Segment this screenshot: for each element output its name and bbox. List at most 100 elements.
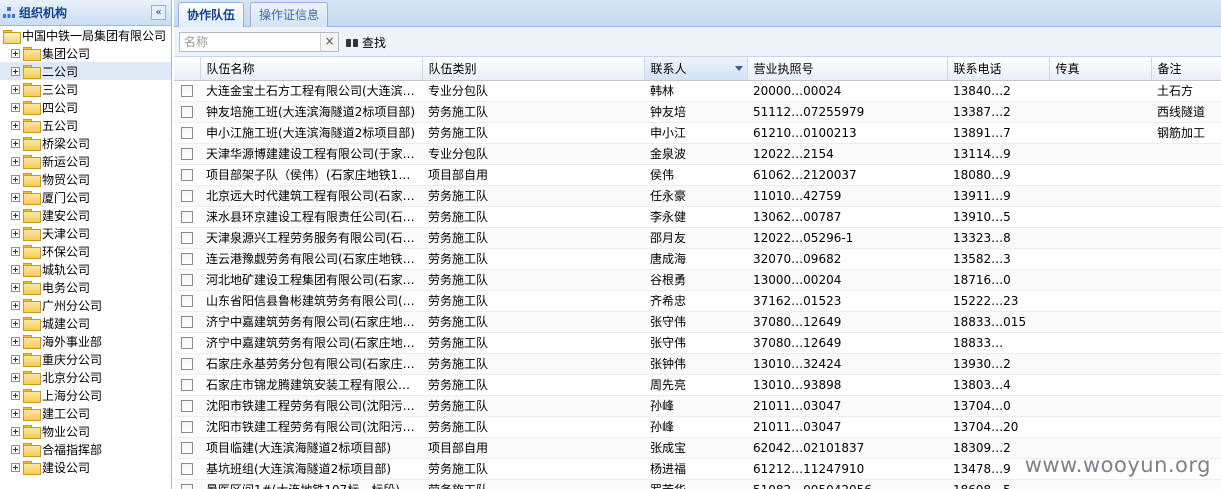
search-input[interactable] (180, 33, 320, 51)
tree-node[interactable]: 城建公司 (0, 314, 171, 332)
tree-node[interactable]: 天津公司 (0, 224, 171, 242)
expand-icon[interactable] (11, 228, 20, 238)
expand-icon[interactable] (11, 318, 20, 328)
select-all-header[interactable] (174, 57, 201, 81)
row-checkbox[interactable] (181, 127, 193, 139)
tree-node[interactable]: 建工公司 (0, 404, 171, 422)
find-button[interactable]: 查找 (344, 32, 388, 52)
collapse-panel-button[interactable]: « (151, 5, 166, 20)
expand-icon[interactable] (11, 138, 20, 148)
table-row[interactable]: 大连金宝土石方工程有限公司(大连滨… 专业分包队 韩林 20000…00024 1384… (174, 80, 1221, 102)
table-row[interactable]: 钟友培施工班(大连滨海隧道2标项目部) 劳务施工队 钟友培 51112…0725597… (174, 101, 1221, 123)
tree-node[interactable]: 四公司 (0, 98, 171, 116)
tree-node[interactable]: 重庆分公司 (0, 350, 171, 368)
expand-icon[interactable] (11, 66, 20, 76)
expand-icon[interactable] (11, 444, 20, 454)
table-row[interactable]: 山东省阳信县鲁彬建筑劳务有限公司(… 劳务施工队 齐希忠 37162…01523 152… (174, 290, 1221, 312)
tree-node[interactable]: 电务公司 (0, 278, 171, 296)
expand-icon[interactable] (11, 282, 20, 292)
table-row[interactable]: 申小江施工班(大连滨海隧道2标项目部) 劳务施工队 申小江 61210…0100213… (174, 122, 1221, 144)
row-checkbox[interactable] (181, 106, 193, 118)
row-checkbox[interactable] (181, 484, 193, 489)
tab-team[interactable]: 协作队伍 (178, 2, 245, 28)
tree-node[interactable]: 环保公司 (0, 242, 171, 260)
expand-icon[interactable] (11, 192, 20, 202)
tree-node[interactable]: 新运公司 (0, 152, 171, 170)
expand-icon[interactable] (11, 372, 20, 382)
expand-icon[interactable] (11, 48, 20, 58)
table-row[interactable]: 济宁中嘉建筑劳务有限公司(石家庄地… 劳务施工队 张守伟 37080…12649 188… (174, 311, 1221, 333)
tree-node[interactable]: 广州分公司 (0, 296, 171, 314)
expand-icon[interactable] (11, 336, 20, 346)
table-row[interactable]: 涞水县环京建设工程有限责任公司(石… 劳务施工队 李永健 13062…00787 139… (174, 206, 1221, 228)
row-checkbox[interactable] (181, 274, 193, 286)
expand-icon[interactable] (11, 390, 20, 400)
expand-icon[interactable] (11, 300, 20, 310)
tree-node[interactable]: 物贸公司 (0, 170, 171, 188)
tree-node[interactable]: 二公司 (0, 62, 171, 80)
table-row[interactable]: 项目部架子队（侯伟）(石家庄地铁1… 项目部自用 侯伟 61062…2120037 18… (174, 164, 1221, 186)
row-checkbox[interactable] (181, 379, 193, 391)
row-checkbox[interactable] (181, 85, 193, 97)
table-row[interactable]: 河北地矿建设工程集团有限公司(石家… 劳务施工队 谷根勇 13000…00204 187… (174, 269, 1221, 291)
row-checkbox[interactable] (181, 169, 193, 181)
table-row[interactable]: 沈阳市铁建工程劳务有限公司(沈阳污… 劳务施工队 孙峰 21011…03047 1370… (174, 395, 1221, 417)
row-checkbox[interactable] (181, 421, 193, 433)
row-checkbox[interactable] (181, 463, 193, 475)
column-header-team-name[interactable]: 队伍名称 (200, 57, 423, 81)
row-checkbox[interactable] (181, 337, 193, 349)
row-checkbox[interactable] (181, 358, 193, 370)
clear-search-button[interactable]: × (320, 33, 338, 51)
expand-icon[interactable] (11, 354, 20, 364)
tree-node[interactable]: 桥梁公司 (0, 134, 171, 152)
tree-node[interactable]: 合福指挥部 (0, 440, 171, 458)
row-checkbox[interactable] (181, 190, 193, 202)
expand-icon[interactable] (11, 174, 20, 184)
tree-node[interactable]: 建安公司 (0, 206, 171, 224)
expand-icon[interactable] (11, 246, 20, 256)
column-header-remark[interactable]: 备注 (1151, 57, 1221, 81)
expand-icon[interactable] (11, 264, 20, 274)
tree-node[interactable]: 物业公司 (0, 422, 171, 440)
tree-node[interactable]: 集团公司 (0, 44, 171, 62)
expand-icon[interactable] (11, 462, 20, 472)
column-header-phone[interactable]: 联系电话 (947, 57, 1050, 81)
table-row[interactable]: 沈阳市铁建工程劳务有限公司(沈阳污… 劳务施工队 孙峰 21011…03047 1370… (174, 416, 1221, 438)
sort-desc-icon[interactable] (734, 66, 743, 71)
row-checkbox[interactable] (181, 211, 193, 223)
expand-icon[interactable] (11, 408, 20, 418)
tree-node[interactable]: 城轨公司 (0, 260, 171, 278)
tree-node[interactable]: 厦门公司 (0, 188, 171, 206)
tab-license-info[interactable]: 操作证信息 (250, 2, 329, 27)
table-row[interactable]: 天津泉源兴工程劳务服务有限公司(石… 劳务施工队 邵月友 12022…05296-1 1… (174, 227, 1221, 249)
tree-node[interactable]: 北京分公司 (0, 368, 171, 386)
tree-node[interactable]: 海外事业部 (0, 332, 171, 350)
table-row[interactable]: 石家庄永基劳务分包有限公司(石家庄… 劳务施工队 张钟伟 13010…32424 139… (174, 353, 1221, 375)
row-checkbox[interactable] (181, 316, 193, 328)
expand-icon[interactable] (11, 210, 20, 220)
table-row[interactable]: 连云港豫觑劳务有限公司(石家庄地铁… 劳务施工队 唐成海 32070…09682 135… (174, 248, 1221, 270)
row-checkbox[interactable] (181, 400, 193, 412)
column-header-contact[interactable]: 联系人 (644, 57, 748, 81)
tree-node[interactable]: 上海分公司 (0, 386, 171, 404)
table-row[interactable]: 北京远大时代建筑工程有限公司(石家… 劳务施工队 任永豪 11010…42759 139… (174, 185, 1221, 207)
column-header-license-no[interactable]: 营业执照号 (747, 57, 948, 81)
table-row[interactable]: 石家庄市锦龙腾建筑安装工程有限公… 劳务施工队 周先亮 13010…93898 1380… (174, 374, 1221, 396)
table-row[interactable]: 天津华源博建建设工程有限公司(于家… 专业分包队 金泉波 12022…2154 1311… (174, 143, 1221, 165)
table-row[interactable]: 暑医区间1#(大连地铁107标…标段)劳务施工队罗芳华51082…0050420… (174, 479, 1221, 489)
tree-node[interactable]: 五公司 (0, 116, 171, 134)
tree-node[interactable]: 三公司 (0, 80, 171, 98)
column-header-fax[interactable]: 传真 (1049, 57, 1152, 81)
tree-root-node[interactable]: 中国中铁一局集团有限公司 (0, 27, 171, 44)
expand-icon[interactable] (11, 102, 20, 112)
row-checkbox[interactable] (181, 295, 193, 307)
expand-icon[interactable] (11, 84, 20, 94)
row-checkbox[interactable] (181, 253, 193, 265)
expand-icon[interactable] (11, 426, 20, 436)
expand-icon[interactable] (11, 120, 20, 130)
row-checkbox[interactable] (181, 232, 193, 244)
expand-icon[interactable] (11, 156, 20, 166)
row-checkbox[interactable] (181, 442, 193, 454)
tree-node[interactable]: 建设公司 (0, 458, 171, 476)
table-row[interactable]: 济宁中嘉建筑劳务有限公司(石家庄地… 劳务施工队 张守伟 37080…12649 188… (174, 332, 1221, 354)
